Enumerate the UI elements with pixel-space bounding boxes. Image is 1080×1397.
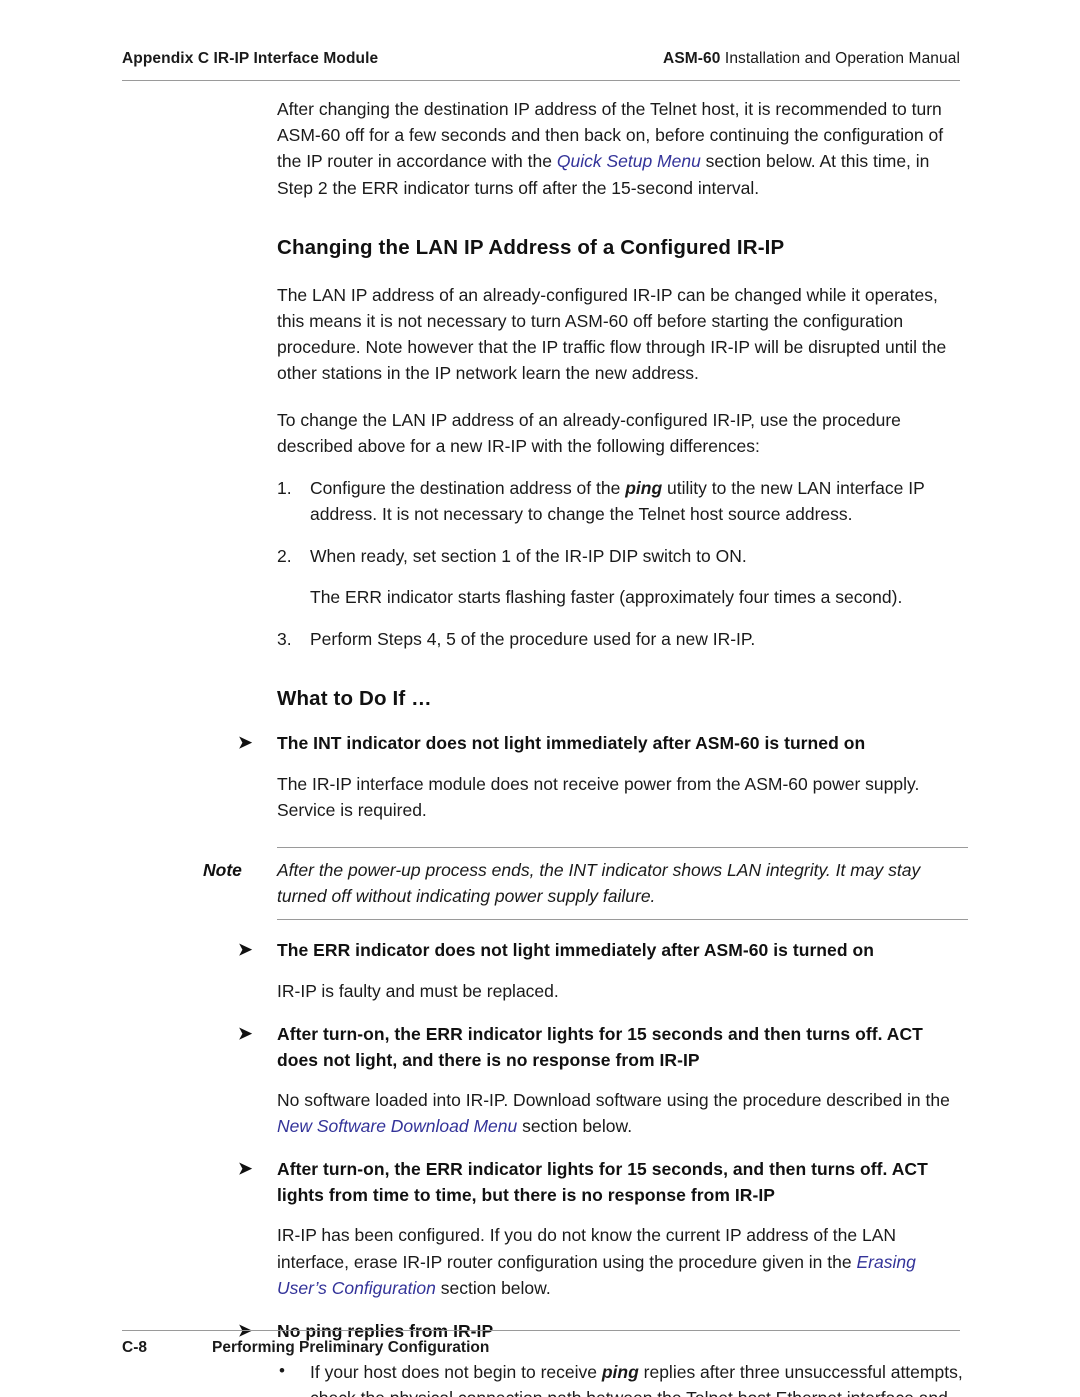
list-item: 3. Perform Steps 4, 5 of the procedure us… (277, 626, 968, 652)
section-title-what-to-do-if: What to Do If … (277, 687, 432, 711)
section1-paragraph-2: To change the LAN IP address of an alrea… (277, 409, 901, 456)
troubleshoot-heading-err-indicator: ➤ The ERR indicator does not light immedi… (238, 938, 968, 964)
body-text-after: section below. (517, 1116, 633, 1137)
note-block: Note After the power-up process ends, th… (203, 846, 968, 921)
page-footer: C-8 Performing Preliminary Configuration (122, 1339, 960, 1357)
body-text-after: section below. (435, 1277, 551, 1298)
command-ping: ping (601, 1361, 639, 1382)
step-text-before: When ready, set section 1 of the IR-IP D… (310, 546, 747, 567)
header-right-text: ASM-60 Installation and Operation Manual (663, 50, 960, 68)
heading-text: The ERR indicator does not light immedia… (277, 940, 874, 961)
section-title-changing-lan-ip: Changing the LAN IP Address of a Configu… (277, 235, 785, 259)
step-number: 2. (277, 546, 292, 567)
step-number: 3. (277, 628, 292, 649)
troubleshoot-heading-no-response: ➤ After turn-on, the ERR indicator lights… (238, 1022, 968, 1073)
command-ping: ping (625, 478, 663, 499)
procedure-list: 1. Configure the destination address of t… (0, 475, 1080, 652)
troubleshoot-body-no-response: No software loaded into IR-IP. Download … (277, 1087, 968, 1139)
xref-quick-setup-menu[interactable]: Quick Setup Menu (557, 151, 701, 171)
troubleshoot-heading-act-lights: ➤ After turn-on, the ERR indicator lights… (238, 1157, 968, 1208)
troubleshoot-body-int-indicator: The IR-IP interface module does not rece… (277, 773, 920, 820)
troubleshoot-heading-int-indicator: ➤ The INT indicator does not light immedi… (238, 731, 968, 757)
list-item: • If your host does not begin to receive … (277, 1359, 968, 1397)
xref-new-software-download-menu[interactable]: New Software Download Menu (277, 1116, 517, 1136)
list-item: 1. Configure the destination address of t… (277, 475, 968, 527)
intro-paragraph: After changing the destination IP addres… (277, 96, 968, 201)
heading-text: After turn-on, the ERR indicator lights … (277, 1159, 928, 1205)
arrow-bullet-icon: ➤ (238, 1024, 253, 1044)
footer-title: Performing Preliminary Configuration (212, 1339, 490, 1356)
body-text-before: No software loaded into IR-IP. Download … (277, 1090, 950, 1111)
page-number: C-8 (122, 1339, 147, 1356)
list-item: 2. When ready, set section 1 of the IR-IP… (277, 543, 968, 569)
section1-paragraph-1: The LAN IP address of an already-configu… (277, 284, 947, 384)
arrow-bullet-icon: ➤ (238, 1159, 253, 1179)
note-bottom-divider (277, 919, 968, 921)
note-text: After the power-up process ends, the INT… (277, 859, 921, 907)
page-content: After changing the destination IP addres… (0, 96, 1080, 1397)
heading-text: The INT indicator does not light immedia… (277, 733, 866, 754)
note-label: Note (203, 859, 242, 880)
arrow-bullet-icon: ➤ (238, 733, 253, 753)
body-text-before: IR-IP has been configured. If you do not… (277, 1225, 897, 1272)
footer-divider (122, 1330, 960, 1331)
header-left-text: Appendix C IR-IP Interface Module (122, 50, 379, 67)
dot-bullet-icon: • (279, 1360, 285, 1380)
heading-text: After turn-on, the ERR indicator lights … (277, 1024, 923, 1070)
troubleshoot-body-err-indicator: IR-IP is faulty and must be replaced. (277, 980, 559, 1001)
header-divider (122, 80, 960, 81)
header-product-name: ASM-60 (663, 50, 721, 67)
header-manual-title: Installation and Operation Manual (720, 50, 960, 67)
step-text-before: Configure the destination address of the (310, 478, 626, 499)
arrow-bullet-icon: ➤ (238, 940, 253, 960)
document-page: Appendix C IR-IP Interface Module ASM-60… (0, 0, 1080, 1397)
note-content: Note After the power-up process ends, th… (203, 848, 968, 919)
troubleshoot-body-act-lights: IR-IP has been configured. If you do not… (277, 1222, 968, 1301)
page-header: Appendix C IR-IP Interface Module ASM-60… (122, 50, 960, 68)
step-text-before: Perform Steps 4, 5 of the procedure used… (310, 628, 756, 649)
step-2-result-text: The ERR indicator starts flashing faster… (310, 586, 903, 607)
step-number: 1. (277, 478, 292, 499)
bullet-text-before: If your host does not begin to receive (310, 1361, 602, 1382)
